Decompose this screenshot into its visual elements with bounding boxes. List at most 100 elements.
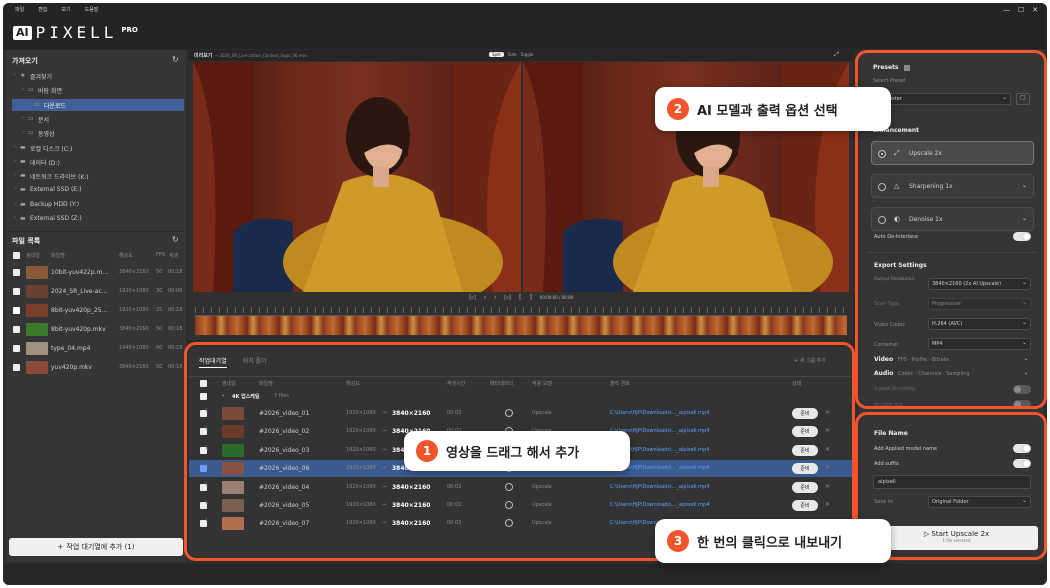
- mode-toggle[interactable]: Toggle: [521, 52, 534, 57]
- scan-type-select[interactable]: Progressive ⌄: [928, 298, 1031, 310]
- refresh-icon[interactable]: ↻: [172, 235, 179, 244]
- model-card[interactable]: ◐ Denoise 1x ⌄: [871, 207, 1034, 231]
- status-badge[interactable]: 준비: [792, 500, 818, 511]
- tab-queue[interactable]: 작업대기열: [199, 356, 227, 368]
- maximize-icon[interactable]: ☐: [1018, 6, 1024, 14]
- next-frame-icon[interactable]: ›: [494, 294, 496, 301]
- video-codec-select[interactable]: H.264 (AVC) ⌄: [928, 318, 1031, 330]
- status-badge[interactable]: 준비: [792, 481, 818, 493]
- file-checkbox[interactable]: [13, 269, 20, 276]
- chevron-right-icon[interactable]: ›: [22, 115, 24, 121]
- chevron-down-icon[interactable]: ⌄: [1022, 215, 1027, 222]
- remove-icon[interactable]: ✕: [825, 464, 830, 471]
- file-row[interactable]: 8bit-yuv420p_25... 1920×1080 25 00:18: [6, 302, 186, 320]
- chevron-right-icon[interactable]: ›: [14, 201, 16, 207]
- add-group-button[interactable]: + 새 그룹 추가: [794, 357, 826, 364]
- status-badge[interactable]: 준비: [792, 463, 818, 475]
- file-row[interactable]: 8bit-yuv420p.mkv 3840×2160 50 00:18: [6, 321, 186, 339]
- radio-button[interactable]: [878, 216, 886, 224]
- chevron-right-icon[interactable]: ›: [14, 172, 16, 178]
- file-checkbox[interactable]: [13, 364, 20, 371]
- in-point-icon[interactable]: [: [519, 294, 521, 301]
- tree-item[interactable]: › ▬ 데이터 (D:): [6, 156, 186, 168]
- video-section[interactable]: Video FPS · Profile · Bitrate ⌄: [874, 356, 1034, 363]
- tree-item[interactable]: › ▬ Backup HDD (Y:): [6, 199, 186, 211]
- file-row[interactable]: 2024_SR_Live-ac... 1920×1080 30 00:00: [6, 283, 186, 301]
- file-checkbox[interactable]: [13, 288, 20, 295]
- menu-help[interactable]: 도움말: [85, 6, 99, 13]
- output-res-select[interactable]: 3840×2160 (2x AI Upscale) ⌄: [928, 278, 1031, 290]
- tree-item[interactable]: › ▬ External SSD (Z:): [6, 213, 186, 225]
- remove-icon[interactable]: ✕: [825, 483, 830, 490]
- out-point-icon[interactable]: ]: [529, 294, 531, 301]
- start-button[interactable]: ▷ Start Upscale 2x 1 file selected: [875, 526, 1038, 550]
- file-row[interactable]: yuv420p.mkv 3840×2160 50 00:18: [6, 359, 186, 377]
- tree-item[interactable]: › ★ 즐겨찾기: [6, 70, 186, 82]
- chevron-right-icon[interactable]: ›: [22, 86, 24, 92]
- remove-icon[interactable]: ✕: [825, 427, 830, 434]
- status-badge[interactable]: 준비: [792, 426, 818, 438]
- tree-item[interactable]: › ▬ External SSD (E:): [6, 184, 186, 196]
- preset-save-button[interactable]: ▢: [1016, 93, 1030, 105]
- mode-side[interactable]: Side: [508, 52, 517, 57]
- skip-start-icon[interactable]: |◁: [469, 294, 476, 301]
- menu-view[interactable]: 보기: [61, 6, 70, 13]
- container-select[interactable]: MP4 ⌄: [928, 338, 1031, 350]
- skip-end-icon[interactable]: ▷|: [504, 294, 511, 301]
- chevron-right-icon[interactable]: ›: [28, 101, 30, 107]
- status-badge[interactable]: 준비: [792, 444, 818, 456]
- add-model-name-toggle[interactable]: [1013, 444, 1031, 453]
- timeline-filmstrip[interactable]: [195, 315, 847, 335]
- queue-row[interactable]: └ #2026_video_04 1920×1080 → 3840×2160 00:02 U…: [189, 479, 853, 496]
- tree-item[interactable]: › ▬ 네트워크 드라이브 (K:): [6, 170, 186, 182]
- model-card[interactable]: ⤢ Upscale 2x: [871, 141, 1034, 165]
- two-pass-toggle[interactable]: [1013, 385, 1031, 394]
- tree-item[interactable]: › ▭ 문서: [6, 113, 186, 125]
- status-badge[interactable]: 준비: [792, 408, 818, 419]
- audio-section[interactable]: Audio Codec · Channels · Sampling ⌄: [874, 370, 1034, 377]
- chevron-right-icon[interactable]: ›: [14, 158, 16, 164]
- add-suffix-toggle[interactable]: [1013, 459, 1031, 468]
- remove-icon[interactable]: ✕: [825, 501, 830, 508]
- expand-icon[interactable]: ⤢: [834, 51, 839, 59]
- preset-select[interactable]: aster ⌄: [871, 93, 1011, 105]
- radio-button[interactable]: [878, 183, 886, 191]
- tree-item[interactable]: › ▬ 로컬 디스크 (C:): [6, 142, 186, 154]
- file-checkbox[interactable]: [13, 345, 20, 352]
- file-row[interactable]: 10bit-yuv422p.m... 3840×2160 50 00:18: [6, 264, 186, 282]
- auto-deinterlace-toggle[interactable]: [1013, 232, 1031, 241]
- tree-item[interactable]: › ▭ 다운로드: [12, 98, 184, 111]
- chevron-right-icon[interactable]: ›: [22, 129, 24, 135]
- add-to-queue-button[interactable]: + 작업 대기열에 추가 (1): [9, 538, 183, 556]
- hw-accel-toggle[interactable]: [1013, 400, 1031, 409]
- tree-item[interactable]: › ▭ 동영상: [6, 127, 186, 139]
- queue-row[interactable]: └ #2026_video_05 1920×1080 → 3840×2160 00:02 U…: [189, 497, 853, 514]
- menu-edit[interactable]: 편집: [38, 6, 47, 13]
- model-card[interactable]: △ Sharpening 1x ⌄: [871, 174, 1034, 198]
- mode-split[interactable]: Split: [489, 52, 504, 57]
- chevron-right-icon[interactable]: ›: [14, 186, 16, 192]
- file-checkbox[interactable]: [13, 307, 20, 314]
- queue-group-row[interactable]: ⌄ 4K 업스케일 7 files: [189, 391, 853, 403]
- remove-icon[interactable]: ✕: [825, 409, 830, 416]
- select-all-checkbox[interactable]: [13, 252, 20, 259]
- chevron-right-icon[interactable]: ›: [14, 72, 16, 78]
- file-checkbox[interactable]: [13, 326, 20, 333]
- close-icon[interactable]: ✕: [1032, 6, 1038, 14]
- chevron-right-icon[interactable]: ›: [14, 215, 16, 221]
- group-checkbox[interactable]: [200, 393, 207, 400]
- chevron-right-icon[interactable]: ›: [14, 144, 16, 150]
- menu-file[interactable]: 파일: [15, 6, 24, 13]
- chevron-down-icon[interactable]: ⌄: [221, 392, 225, 398]
- radio-button[interactable]: [878, 150, 886, 158]
- save-to-select[interactable]: Original Folder ⌄: [928, 496, 1031, 508]
- queue-select-all[interactable]: [200, 380, 207, 387]
- queue-row[interactable]: └ #2026_video_01 1920×1080 → 3840×2160 00:02 U…: [189, 405, 853, 422]
- tab-watch-folder[interactable]: 워치 폴더: [243, 356, 267, 368]
- prev-frame-icon[interactable]: ‹: [484, 294, 486, 301]
- file-row[interactable]: type_04.mp4 1440×1080 60 00:18: [6, 340, 186, 358]
- tree-item[interactable]: › ▭ 바탕 화면: [6, 84, 186, 96]
- minimize-icon[interactable]: —: [1003, 6, 1010, 14]
- refresh-icon[interactable]: ↻: [172, 55, 179, 64]
- chevron-down-icon[interactable]: ⌄: [1022, 182, 1027, 189]
